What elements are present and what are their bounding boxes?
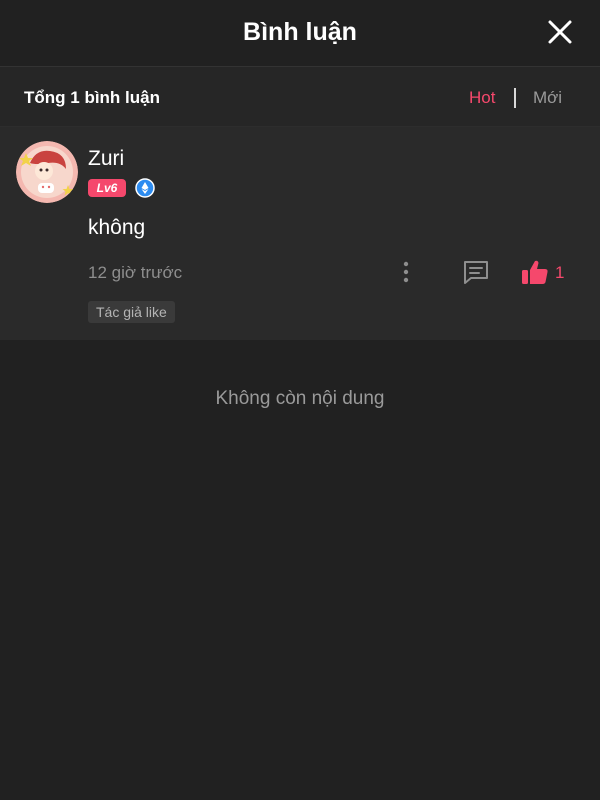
like-count: 1 [555,263,565,282]
avatar[interactable] [16,141,78,203]
page-title: Bình luận [243,18,357,46]
comment-text: không [88,216,146,239]
comment-summary-bar: Tổng 1 bình luận Hot Mới [0,67,600,127]
sort-hot-tab[interactable]: Hot [469,88,495,108]
end-of-content-text: Không còn nội dung [215,388,385,409]
comment-item: Zuri Lv6 không 12 giờ trước 1 Tác giả li… [0,127,600,340]
header: Bình luận [0,0,600,67]
author-like-tag: Tác giả like [88,301,175,323]
verified-badge-icon [135,178,155,198]
close-icon[interactable] [546,18,574,46]
comment-timestamp: 12 giờ trước [88,263,183,282]
reply-icon[interactable] [462,259,490,285]
thumbs-up-icon[interactable] [520,258,550,286]
sort-divider [514,88,516,108]
comment-username[interactable]: Zuri [88,147,124,171]
more-icon[interactable] [396,259,416,285]
sort-new-tab[interactable]: Mới [533,88,562,108]
level-badge: Lv6 [88,179,126,197]
comment-total: Tổng 1 bình luận [24,88,160,107]
